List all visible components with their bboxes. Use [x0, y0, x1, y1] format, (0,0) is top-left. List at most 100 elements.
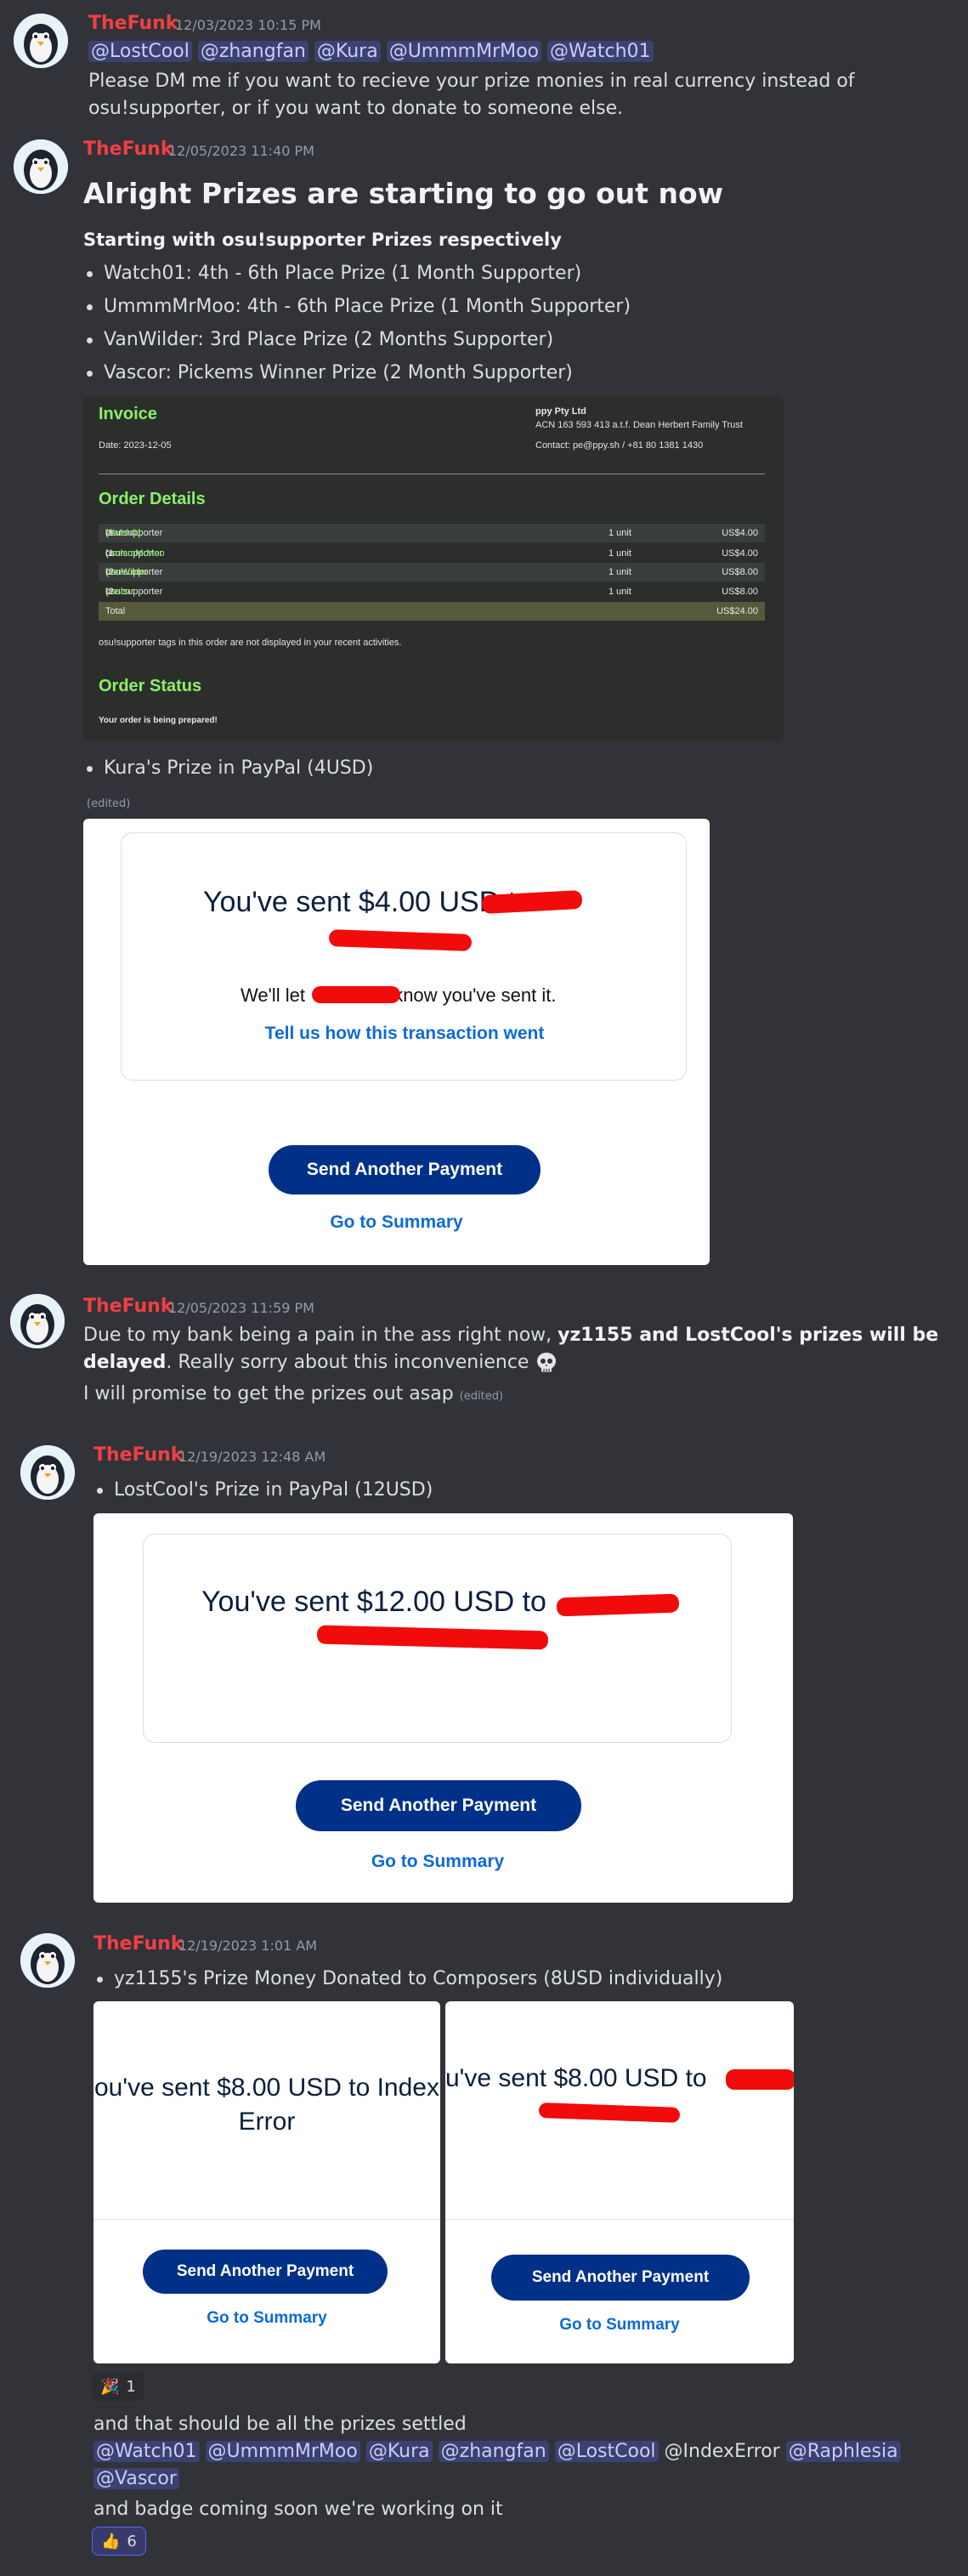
- receipt-panel: You've sent $4.00 USD to We'll let know …: [121, 832, 687, 1081]
- list-item: Kura's Prize in PayPal (4USD): [85, 752, 373, 785]
- table-row: osu!supporter tag for UmmmMrMoo (1 month…: [99, 544, 765, 577]
- paypal-receipt-composer[interactable]: u've sent $8.00 USD to Send Another Paym…: [445, 2001, 794, 2363]
- go-to-summary-link[interactable]: Go to Summary: [445, 2316, 794, 2335]
- row-qty: 1 unit: [609, 528, 631, 538]
- mention-ummmmrmoo[interactable]: @UmmmMrMoo: [205, 2441, 360, 2462]
- mention-lostcool[interactable]: @LostCool: [554, 2441, 659, 2462]
- yz1155-prize-list: yz1155's Prize Money Donated to Composer…: [95, 1962, 722, 1995]
- message-author[interactable]: TheFunk: [83, 139, 173, 160]
- list-item: VanWilder: 3rd Place Prize (2 Months Sup…: [85, 323, 631, 356]
- mention-lostcool[interactable]: @LostCool: [88, 41, 192, 62]
- go-to-summary-link[interactable]: Go to Summary: [93, 1852, 782, 1872]
- list-item: Vascor: Pickems Winner Prize (2 Month Su…: [85, 356, 631, 389]
- sent-amount-text: ou've sent $8.00 USD to Index Error: [93, 2071, 440, 2139]
- send-another-payment-button[interactable]: Send Another Payment: [296, 1780, 581, 1831]
- kura-prize-list: Kura's Prize in PayPal (4USD): [85, 752, 373, 785]
- mention-row: @LostCool @zhangfan @Kura @UmmmMrMoo @Wa…: [88, 38, 955, 65]
- invoice-note: osu!supporter tags in this order are not…: [99, 638, 402, 648]
- row-qty: 1 unit: [609, 548, 631, 559]
- mention-indexerror[interactable]: @IndexError: [665, 2441, 780, 2462]
- message-timestamp: 12/05/2023 11:59 PM: [168, 1300, 314, 1316]
- paypal-receipt-indexerror[interactable]: ou've sent $8.00 USD to Index Error Send…: [93, 2001, 440, 2363]
- prize-list: Watch01: 4th - 6th Place Prize (1 Month …: [85, 257, 631, 389]
- row-price: US$4.00: [722, 548, 758, 559]
- message-author[interactable]: TheFunk: [88, 13, 178, 34]
- list-item: yz1155's Prize Money Donated to Composer…: [95, 1962, 722, 1995]
- mention-watch01[interactable]: @Watch01: [547, 41, 654, 62]
- invoice-contact: Contact: pe@ppy.sh / +81 80 1381 1430: [535, 440, 704, 451]
- list-item: UmmmMrMoo: 4th - 6th Place Prize (1 Mont…: [85, 290, 631, 323]
- edited-label: (edited): [459, 1390, 504, 1403]
- row-qty: 1 unit: [609, 587, 631, 597]
- divider: [445, 2219, 794, 2220]
- table-row: osu!supporter tag for VanWilder (2 month…: [99, 563, 765, 596]
- send-another-payment-button[interactable]: Send Another Payment: [491, 2255, 750, 2301]
- order-details-heading: Order Details: [99, 490, 206, 508]
- paypal-receipt-lostcool[interactable]: You've sent $12.00 USD to Send Another P…: [93, 1513, 793, 1903]
- reaction-party[interactable]: 🎉 1: [92, 2372, 144, 2401]
- send-another-payment-button[interactable]: Send Another Payment: [143, 2250, 388, 2294]
- message-author[interactable]: TheFunk: [93, 1444, 183, 1466]
- message-text: Please DM me if you want to recieve your…: [88, 71, 855, 119]
- text-post: . Really sorry about this inconvenience: [166, 1352, 529, 1373]
- list-item: Watch01: 4th - 6th Place Prize (1 Month …: [85, 257, 631, 290]
- go-to-summary-link[interactable]: Go to Summary: [93, 2309, 440, 2328]
- reaction-thumbs-up[interactable]: 👍 6: [92, 2527, 146, 2556]
- penguin-avatar-icon: [20, 1445, 75, 1500]
- penguin-avatar-icon: [20, 1933, 75, 1988]
- lostcool-prize-list: LostCool's Prize in PayPal (12USD): [95, 1473, 433, 1506]
- feedback-link[interactable]: Tell us how this transaction went: [122, 1024, 688, 1044]
- invoice-acn: ACN 163 593 413 a.t.f. Dean Herbert Fami…: [535, 420, 743, 430]
- message-author[interactable]: TheFunk: [93, 1933, 183, 1955]
- reaction-count: 1: [126, 2377, 136, 2396]
- invoice-title: Invoice: [99, 405, 157, 423]
- table-row: osu!supporter tag for Vascor (2 months) …: [99, 582, 765, 616]
- invoice-date: Date: 2023-12-05: [99, 440, 172, 451]
- mention-raphlesia[interactable]: @Raphlesia: [785, 2441, 901, 2462]
- invoice-image[interactable]: Invoice Date: 2023-12-05 ppy Pty Ltd ACN…: [83, 396, 784, 741]
- go-to-summary-link[interactable]: Go to Summary: [83, 1212, 710, 1233]
- text-line2: I will promise to get the prizes out asa…: [83, 1383, 454, 1404]
- invoice-company: ppy Pty Ltd: [535, 406, 586, 417]
- total-value: US$24.00: [716, 606, 758, 616]
- mention-watch01[interactable]: @Watch01: [93, 2441, 200, 2462]
- mention-zhangfan[interactable]: @zhangfan: [197, 41, 309, 62]
- penguin-avatar-icon: [14, 139, 68, 194]
- avatar[interactable]: [10, 1294, 65, 1348]
- message-text: and badge coming soon we're working on i…: [93, 2499, 503, 2520]
- avatar[interactable]: [14, 139, 68, 194]
- table-row: osu!supporter tag for Watch01 (1 month) …: [99, 524, 765, 557]
- receipt-panel: You've sent $12.00 USD to: [143, 1534, 732, 1743]
- penguin-avatar-icon: [14, 14, 68, 68]
- mention-zhangfan[interactable]: @zhangfan: [438, 2441, 549, 2462]
- message-text: Due to my bank being a pain in the ass r…: [83, 1322, 967, 1376]
- paypal-receipt-kura[interactable]: You've sent $4.00 USD to We'll let know …: [83, 819, 710, 1265]
- mention-ummmmrmoo[interactable]: @UmmmMrMoo: [386, 41, 542, 62]
- mention-vascor[interactable]: @Vascor: [93, 2468, 179, 2489]
- penguin-avatar-icon: [10, 1294, 65, 1348]
- avatar[interactable]: [20, 1933, 75, 1988]
- mention-kura[interactable]: @Kura: [314, 41, 381, 62]
- message-timestamp: 12/03/2023 10:15 PM: [175, 17, 321, 33]
- redaction: [481, 889, 583, 915]
- message-timestamp: 12/19/2023 1:01 AM: [178, 1938, 318, 1954]
- avatar[interactable]: [14, 14, 68, 68]
- message-author[interactable]: TheFunk: [83, 1296, 173, 1317]
- text-pre: Due to my bank being a pain in the ass r…: [83, 1325, 558, 1346]
- redaction: [328, 929, 473, 951]
- avatar[interactable]: [20, 1445, 75, 1500]
- mention-kura[interactable]: @Kura: [365, 2441, 433, 2462]
- send-another-payment-button[interactable]: Send Another Payment: [269, 1145, 541, 1194]
- row-qty: 1 unit: [609, 567, 631, 577]
- sent-line1: ou've sent $8.00 USD to Index: [94, 2074, 439, 2102]
- party-popper-icon: 🎉: [100, 2377, 120, 2396]
- redaction: [556, 1593, 680, 1617]
- message-text: and that should be all the prizes settle…: [93, 2414, 467, 2435]
- thumbs-up-icon: 👍: [101, 2532, 121, 2550]
- redaction: [538, 2102, 681, 2123]
- row-price: US$8.00: [722, 587, 758, 597]
- table-total-row: Total US$24.00: [99, 602, 765, 621]
- notify-pre: We'll let: [241, 984, 305, 1006]
- redaction: [726, 2069, 794, 2090]
- message-timestamp: 12/19/2023 12:48 AM: [178, 1449, 326, 1465]
